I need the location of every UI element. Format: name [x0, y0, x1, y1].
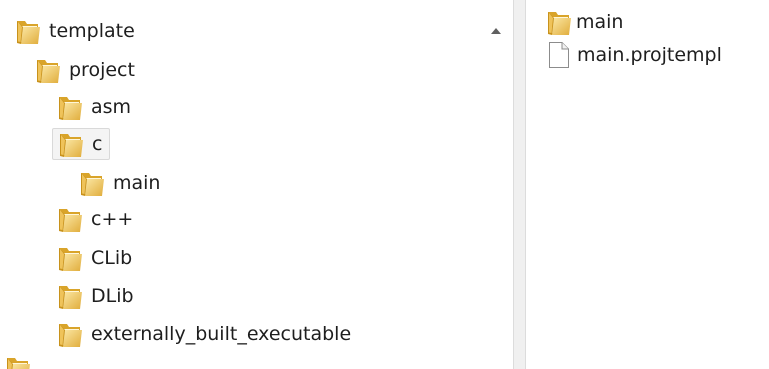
- tree-item-label: template: [49, 19, 135, 42]
- content-item-main-projtempl[interactable]: main.projtempl: [547, 39, 722, 71]
- tree-item-dlib[interactable]: DLib: [56, 280, 134, 312]
- folder-icon: [78, 170, 105, 197]
- folder-contents-pane: main main.projtempl: [526, 0, 769, 369]
- tree-item-project[interactable]: project: [34, 54, 135, 86]
- folder-icon: [34, 57, 61, 84]
- tree-item-main[interactable]: main: [78, 167, 160, 199]
- scroll-up-arrow-icon[interactable]: [491, 28, 501, 34]
- tree-item-c[interactable]: c: [52, 128, 110, 160]
- tree-item-cpp[interactable]: c++: [56, 203, 133, 235]
- content-item-main-folder[interactable]: main: [545, 6, 623, 38]
- folder-icon: [56, 206, 83, 233]
- folder-icon: [14, 18, 41, 45]
- folder-icon: [4, 355, 31, 369]
- folder-icon: [56, 283, 83, 310]
- folder-icon: [56, 321, 83, 348]
- pane-splitter[interactable]: [513, 0, 526, 369]
- tree-item-label: DLib: [91, 284, 134, 307]
- tree-item-label: c++: [91, 207, 134, 230]
- tree-item-label: c: [92, 132, 103, 155]
- tree-item-label: CLib: [91, 246, 133, 269]
- tree-item-asm[interactable]: asm: [56, 91, 131, 123]
- tree-item-label: asm: [91, 95, 132, 118]
- vertical-scrollbar[interactable]: [479, 0, 513, 369]
- content-item-label: main.projtempl: [577, 43, 722, 66]
- folder-icon: [57, 131, 84, 158]
- tree-item-externally-built-executable[interactable]: externally_built_executable: [56, 318, 351, 350]
- tree-item-clib[interactable]: CLib: [56, 242, 132, 274]
- file-icon: [547, 41, 571, 69]
- folder-icon: [56, 94, 83, 121]
- tree-item-label: main: [113, 171, 161, 194]
- tree-item-partial[interactable]: [4, 352, 39, 369]
- tree-item-label: project: [69, 58, 135, 81]
- tree-item-label: externally_built_executable: [91, 322, 352, 345]
- tree-item-template[interactable]: template: [14, 15, 135, 47]
- folder-icon: [545, 9, 572, 36]
- folder-icon: [56, 245, 83, 272]
- content-item-label: main: [576, 10, 624, 33]
- folder-tree-pane: template project asm c main c++ CLib DLi…: [0, 0, 513, 369]
